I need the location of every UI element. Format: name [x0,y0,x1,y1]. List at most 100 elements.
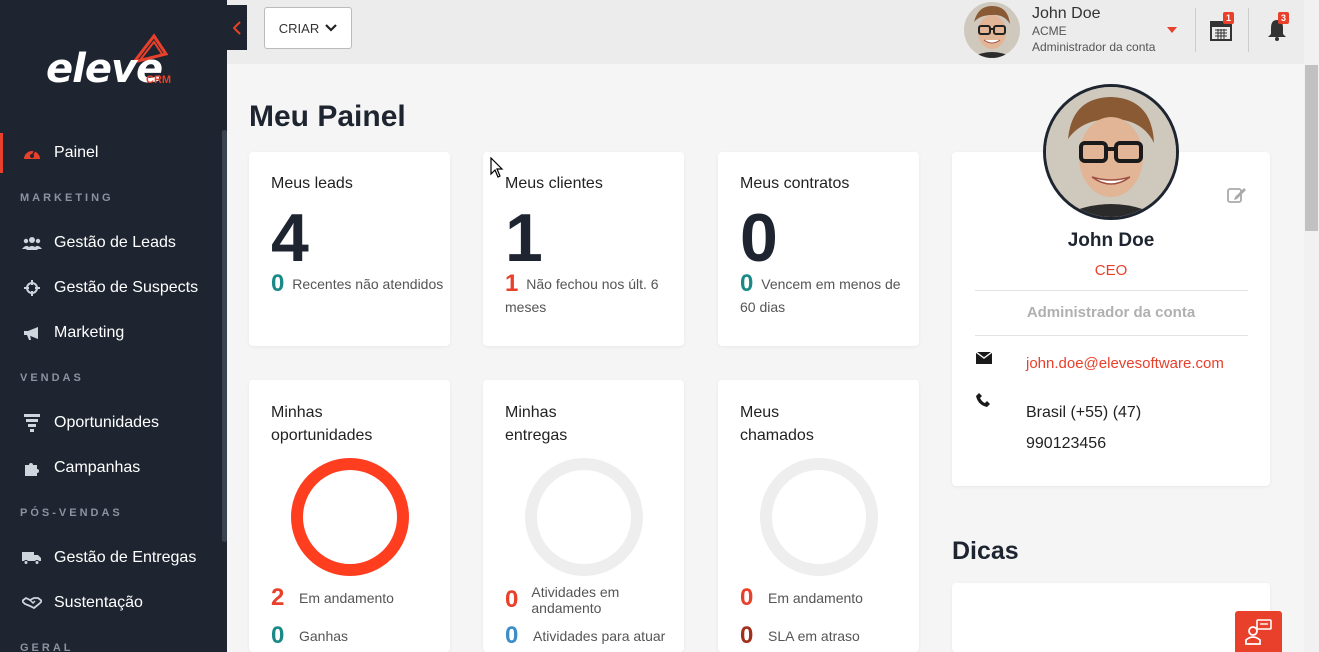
sidebar-item-label: Marketing [54,324,125,341]
profile-email-link[interactable]: john.doe@elevesoftware.com [1026,355,1224,372]
puzzle-icon [22,458,42,478]
chevron-left-icon [233,20,241,35]
card-sub-text: Não fechou nos últ. 6 meses [505,276,659,315]
card-sub: 0 Recentes não atendidos [271,272,446,296]
truck-icon [22,548,42,568]
entregas-donut [525,458,643,576]
stat-row: 0 SLA em atraso [740,622,860,649]
card-sub-number: 1 [505,270,519,297]
users-icon [22,233,42,253]
criar-button[interactable]: CRIAR [264,7,352,49]
card-minhas-entregas[interactable]: Minhas entregas 0 Atividades em andamento … [483,380,684,652]
user-avatar[interactable] [964,2,1020,58]
card-value: 1 [505,200,543,276]
sidebar-item-gestao-leads[interactable]: Gestão de Leads [0,223,222,263]
stat-row: 2 Em andamento [271,584,394,611]
calendar-badge: 1 [1223,12,1235,24]
card-sub-number: 0 [271,270,285,297]
logo-wordmark: eleve [46,46,163,92]
criar-label: CRIAR [278,20,320,36]
section-marketing: MARKETING [20,192,114,204]
sidebar-item-gestao-suspects[interactable]: Gestão de Suspects [0,268,222,308]
sidebar-item-label: Gestão de Suspects [54,279,199,296]
logo-sub: CRM [146,74,172,86]
sidebar-item-label: Painel [54,144,99,161]
sidebar-item-label: Oportunidades [54,414,159,431]
profile-title: CEO [1094,262,1128,279]
card-title: Meus leads [271,175,353,192]
profile-divider [975,335,1248,336]
chevron-down-icon [325,24,337,32]
handshake-icon [22,593,42,613]
oportunidades-donut [291,458,409,576]
profile-name: John Doe [1067,230,1155,251]
profile-portrait-image [1046,87,1176,217]
collapse-sidebar-button[interactable] [227,5,247,50]
megaphone-icon [22,323,42,343]
sidebar-item-sustentacao[interactable]: Sustentação [0,583,222,623]
top-bar [227,0,1304,64]
card-meus-clientes[interactable]: Meus clientes 1 1 Não fechou nos últ. 6 … [483,152,684,346]
card-title: Meus contratos [740,175,850,192]
profile-divider [975,290,1248,291]
phone-icon [976,393,990,407]
stat-row: 0 Atividades para atuar [505,622,666,649]
dashboard-icon [22,143,42,163]
funnel-icon [22,413,42,433]
header-divider [1195,8,1196,52]
card-meus-leads[interactable]: Meus leads 4 0 Recentes não atendidos [249,152,450,346]
card-sub-number: 0 [740,270,754,297]
chat-support-button[interactable] [1235,611,1282,652]
section-vendas: VENDAS [20,372,84,384]
envelope-icon [976,352,992,364]
crosshair-icon [22,278,42,298]
sidebar-item-label: Campanhas [54,459,141,476]
edit-icon[interactable] [1227,186,1247,204]
card-meus-chamados[interactable]: Meus chamados 0 Em andamento 0 SLA em atras… [718,380,919,652]
sidebar-scrollbar[interactable] [222,130,227,542]
sidebar-item-label: Gestão de Entregas [54,549,197,566]
header-divider [1248,8,1249,52]
chamados-donut [760,458,878,576]
mouse-cursor-icon [490,157,504,178]
card-sub-text: Vencem em menos de 60 dias [740,276,901,315]
sidebar-item-painel[interactable]: Painel [0,133,222,173]
card-title: Meus clientes [505,175,603,192]
user-role: Administrador da conta [1032,40,1156,54]
user-company: ACME [1032,24,1067,38]
dicas-card [952,583,1270,652]
card-meus-contratos[interactable]: Meus contratos 0 0 Vencem em menos de 60… [718,152,919,346]
notifications-badge: 3 [1278,12,1290,24]
brand-logo[interactable]: eleve CRM [46,32,186,92]
sidebar-item-gestao-entregas[interactable]: Gestão de Entregas [0,538,222,578]
card-sub: 0 Vencem em menos de 60 dias [740,272,915,319]
dicas-title: Dicas [952,537,1019,565]
main-scrollbar-thumb[interactable] [1305,65,1318,231]
chat-icon [1244,618,1272,645]
section-geral: GERAL [20,642,74,652]
card-title: Minhas oportunidades [271,404,373,444]
section-pos-vendas: PÓS-VENDAS [20,507,123,519]
stat-row: 0 Ganhas [271,622,349,649]
page-title: Meu Painel [249,100,406,133]
card-sub: 1 Não fechou nos últ. 6 meses [505,272,680,319]
card-minhas-oportunidades[interactable]: Minhas oportunidades 2 Em andamento 0 Ganha… [249,380,450,652]
sidebar-item-label: Gestão de Leads [54,234,176,251]
sidebar-item-label: Sustentação [54,594,143,611]
card-title: Meus chamados [740,404,814,444]
sidebar-item-campanhas[interactable]: Campanhas [0,448,222,488]
card-value: 0 [740,200,778,276]
sidebar-item-marketing[interactable]: Marketing [0,313,222,353]
profile-phone: Brasil (+55) (47) 990123456 [1026,404,1142,452]
stat-row: 0 Em andamento [740,584,863,611]
sidebar-item-oportunidades[interactable]: Oportunidades [0,403,222,443]
stat-row: 0 Atividades em andamento [505,584,620,616]
card-sub-text: Recentes não atendidos [292,276,444,292]
user-portrait-image [964,2,1020,58]
profile-role: Administrador da conta [1026,304,1196,321]
user-name[interactable]: John Doe [1032,5,1101,23]
sidebar: eleve CRM Painel MARKETING Gestão de Lea… [0,0,227,652]
user-menu-caret-icon[interactable] [1167,27,1177,33]
card-value: 4 [271,200,309,276]
profile-avatar[interactable] [1043,84,1179,220]
